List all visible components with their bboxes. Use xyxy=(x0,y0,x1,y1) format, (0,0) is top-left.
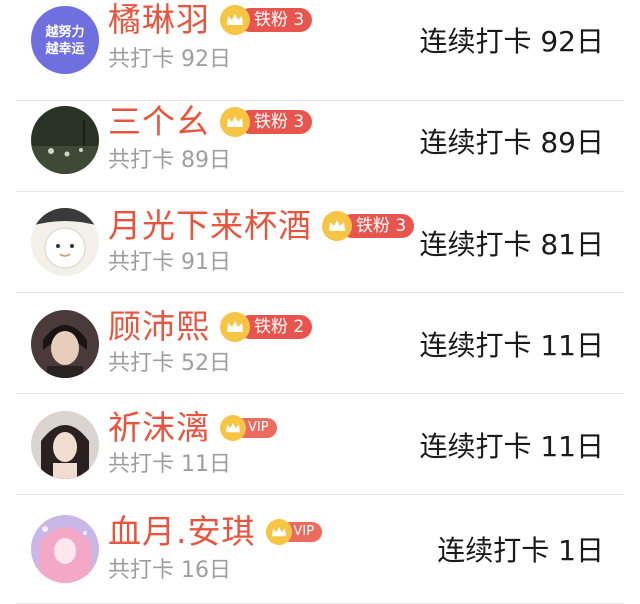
portrait-icon xyxy=(31,310,99,378)
crown-icon xyxy=(220,415,246,441)
streak-checkin: 连续打卡 81日 xyxy=(419,228,604,261)
list-item[interactable]: 月光下来杯酒 铁粉 3 共打卡 91日 连续打卡 81日 xyxy=(0,192,640,293)
crown-icon xyxy=(220,107,250,137)
streak-checkin: 连续打卡 89日 xyxy=(419,126,604,159)
dark-landscape-icon xyxy=(31,106,99,174)
vip-badge: VIP xyxy=(220,415,277,441)
portrait-icon xyxy=(31,411,99,479)
name-line: 三个幺 铁粉 3 xyxy=(108,102,313,142)
list-item[interactable]: 祈沫漓 VIP 共打卡 11日 连续打卡 11日 xyxy=(0,394,640,495)
avatar[interactable] xyxy=(31,208,99,276)
list-item[interactable]: 三个幺 铁粉 3 共打卡 89日 连续打卡 89日 xyxy=(0,91,640,192)
fan-badge: 铁粉 3 xyxy=(220,5,313,35)
crown-icon xyxy=(265,519,292,545)
list-item[interactable]: 血月.安琪 VIP 共打卡 16日 连续打卡 1日 xyxy=(0,495,640,604)
avatar[interactable]: 越努力 越幸运 xyxy=(31,6,99,74)
total-checkin: 共打卡 91日 xyxy=(108,250,231,275)
list-item[interactable]: 顾沛熙 铁粉 2 共打卡 52日 连续打卡 11日 xyxy=(0,293,640,394)
user-name[interactable]: 橘琳羽 xyxy=(108,0,210,40)
crown-icon xyxy=(220,312,250,342)
name-line: 血月.安琪 VIP xyxy=(108,512,323,552)
avatar[interactable] xyxy=(31,515,99,583)
fan-badge: 铁粉 3 xyxy=(220,107,313,137)
streak-checkin: 连续打卡 1日 xyxy=(437,534,604,567)
user-name[interactable]: 顾沛熙 xyxy=(108,307,210,347)
avatar-text-image-icon: 越努力 越幸运 xyxy=(31,6,99,74)
total-checkin: 共打卡 89日 xyxy=(108,148,231,173)
anime-character-icon xyxy=(31,515,99,583)
streak-checkin: 连续打卡 11日 xyxy=(419,430,604,463)
fan-badge: 铁粉 2 xyxy=(220,312,313,342)
total-checkin: 共打卡 16日 xyxy=(108,558,231,583)
avatar-text-top: 越努力 xyxy=(44,24,84,40)
name-line: 月光下来杯酒 铁粉 3 xyxy=(108,206,415,246)
avatar[interactable] xyxy=(31,411,99,479)
user-name[interactable]: 血月.安琪 xyxy=(108,512,256,552)
fan-badge: 铁粉 3 xyxy=(322,211,415,241)
cartoon-face-icon xyxy=(31,208,99,276)
avatar[interactable] xyxy=(31,106,99,174)
vip-badge: VIP xyxy=(265,519,323,545)
user-name[interactable]: 月光下来杯酒 xyxy=(108,206,312,246)
checkin-list: 越努力 越幸运 橘琳羽 铁粉 3 共打卡 92日 连续打卡 92日 三个幺 铁粉… xyxy=(0,0,640,604)
name-line: 祈沫漓 VIP xyxy=(108,408,277,448)
total-checkin: 共打卡 52日 xyxy=(108,351,231,376)
crown-icon xyxy=(322,211,352,241)
name-line: 顾沛熙 铁粉 2 xyxy=(108,307,313,347)
list-item[interactable]: 越努力 越幸运 橘琳羽 铁粉 3 共打卡 92日 连续打卡 92日 xyxy=(0,0,640,101)
avatar[interactable] xyxy=(31,310,99,378)
streak-checkin: 连续打卡 92日 xyxy=(419,25,604,58)
user-name[interactable]: 三个幺 xyxy=(108,102,210,142)
streak-checkin: 连续打卡 11日 xyxy=(419,329,604,362)
total-checkin: 共打卡 92日 xyxy=(108,47,231,72)
name-line: 橘琳羽 铁粉 3 xyxy=(108,0,313,40)
total-checkin: 共打卡 11日 xyxy=(108,452,231,477)
user-name[interactable]: 祈沫漓 xyxy=(108,408,210,448)
avatar-text-bottom: 越幸运 xyxy=(44,41,84,57)
crown-icon xyxy=(220,5,250,35)
